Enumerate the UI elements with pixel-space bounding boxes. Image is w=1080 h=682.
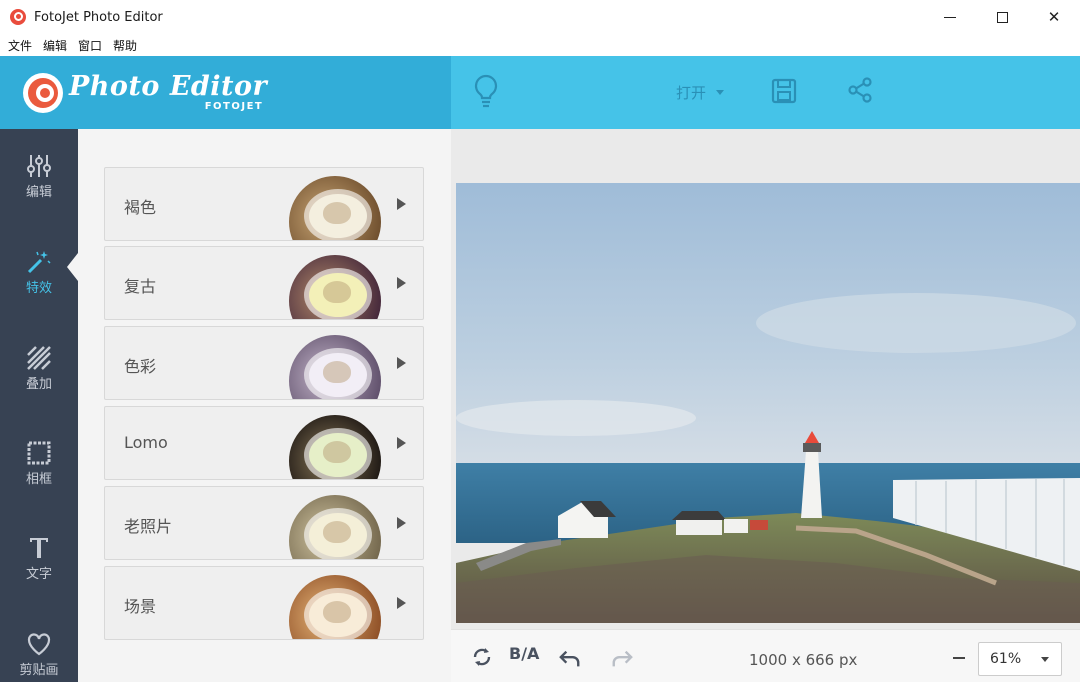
minimize-icon — [944, 16, 956, 18]
open-dropdown[interactable]: 打开 — [676, 82, 725, 103]
effect-thumbnail — [289, 575, 381, 639]
window-controls: ✕ — [924, 0, 1080, 34]
chevron-right-icon — [397, 198, 406, 210]
chevron-right-icon — [397, 437, 406, 449]
rail-item-clipart[interactable]: 剪贴画 — [0, 631, 78, 682]
rail-label-text: 文字 — [25, 567, 52, 582]
canvas-area — [451, 129, 1080, 629]
effect-thumbnail — [289, 255, 381, 319]
effect-thumbnail — [289, 415, 381, 479]
zoom-select[interactable]: 61% — [978, 642, 1062, 676]
zoom-value: 61% — [990, 651, 1022, 667]
effect-thumbnail — [289, 176, 381, 240]
effect-label: 褐色 — [124, 198, 157, 217]
chevron-right-icon — [397, 357, 406, 369]
sliders-icon — [27, 155, 51, 177]
brand-text: Photo Editor FOTOJET — [69, 70, 268, 113]
rail-label-frame: 相框 — [25, 472, 52, 487]
active-pointer — [67, 253, 78, 281]
chevron-down-icon — [1041, 657, 1049, 662]
fotojet-logo-icon — [23, 72, 63, 113]
rail-item-overlay[interactable]: 叠加 — [0, 345, 78, 415]
menu-edit[interactable]: 编辑 — [43, 37, 67, 54]
effect-item-lomo[interactable]: Lomo — [104, 406, 424, 480]
title-bar: FotoJet Photo Editor ✕ — [0, 0, 1080, 34]
image-dimensions: 1000 x 666 px — [749, 651, 858, 669]
effects-panel: 褐色 复古 色彩 Lomo 老照片 场景 — [78, 129, 451, 682]
rail-label-overlay: 叠加 — [25, 377, 52, 392]
effect-label: 复古 — [124, 277, 157, 296]
before-after-toggle[interactable]: B/A — [509, 644, 539, 663]
rail-label-edit: 编辑 — [25, 185, 52, 200]
brand-subtitle: FOTOJET — [204, 100, 264, 112]
effect-label: 场景 — [124, 597, 157, 616]
text-icon — [30, 538, 48, 558]
effect-item-color[interactable]: 色彩 — [104, 326, 424, 400]
app-logo-icon — [10, 9, 26, 25]
rotate-icon[interactable] — [471, 646, 493, 668]
effect-item-vintage[interactable]: 复古 — [104, 246, 424, 320]
open-label: 打开 — [676, 84, 707, 102]
chevron-right-icon — [397, 277, 406, 289]
menu-help[interactable]: 帮助 — [113, 37, 137, 54]
menu-file[interactable]: 文件 — [8, 37, 32, 54]
lighthouse-seaside-photo[interactable] — [456, 183, 1080, 623]
chevron-right-icon — [397, 597, 406, 609]
rail-item-frame[interactable]: 相框 — [0, 440, 78, 510]
chevron-right-icon — [397, 517, 406, 529]
heart-icon — [27, 633, 51, 656]
lightbulb-icon[interactable] — [473, 74, 499, 108]
photo-illustration — [456, 183, 1080, 623]
chevron-down-icon — [716, 90, 725, 95]
overlay-stripes-icon — [27, 346, 51, 370]
save-icon[interactable] — [771, 78, 797, 104]
maximize-icon — [996, 11, 1008, 23]
window-title: FotoJet Photo Editor — [34, 9, 163, 25]
magic-wand-icon — [27, 251, 51, 274]
menu-bar: 文件 编辑 窗口 帮助 — [0, 34, 1080, 56]
effect-label: 老照片 — [124, 517, 173, 536]
effect-item-scene[interactable]: 场景 — [104, 566, 424, 640]
maximize-button[interactable] — [976, 0, 1028, 34]
rail-item-text[interactable]: 文字 — [0, 535, 78, 605]
close-icon: ✕ — [1047, 8, 1061, 26]
rail-label-clipart: 剪贴画 — [19, 663, 59, 678]
effect-thumbnail — [289, 335, 381, 399]
frame-icon — [27, 441, 51, 465]
effect-item-old-photo[interactable]: 老照片 — [104, 486, 424, 560]
effect-thumbnail — [289, 495, 381, 559]
effect-label: Lomo — [124, 433, 168, 452]
share-icon[interactable] — [846, 76, 874, 104]
redo-icon[interactable] — [611, 648, 633, 670]
brand-area: Photo Editor FOTOJET — [0, 56, 451, 129]
rail-label-effects: 特效 — [25, 281, 52, 296]
app-header: Photo Editor FOTOJET 打开 — [0, 56, 1080, 129]
close-button[interactable]: ✕ — [1028, 0, 1080, 34]
minimize-button[interactable] — [924, 0, 976, 34]
effect-label: 色彩 — [124, 357, 157, 376]
menu-window[interactable]: 窗口 — [78, 37, 102, 54]
zoom-out-icon[interactable] — [953, 657, 965, 659]
undo-icon[interactable] — [559, 648, 581, 670]
tool-rail: 编辑 特效 叠加 相框 文字 剪贴画 — [0, 129, 78, 682]
effect-item-sepia[interactable]: 褐色 — [104, 167, 424, 241]
brand-name: Photo Editor — [69, 70, 268, 102]
rail-item-edit[interactable]: 编辑 — [0, 153, 78, 223]
bottom-toolbar: B/A 1000 x 666 px 61% — [451, 629, 1080, 682]
